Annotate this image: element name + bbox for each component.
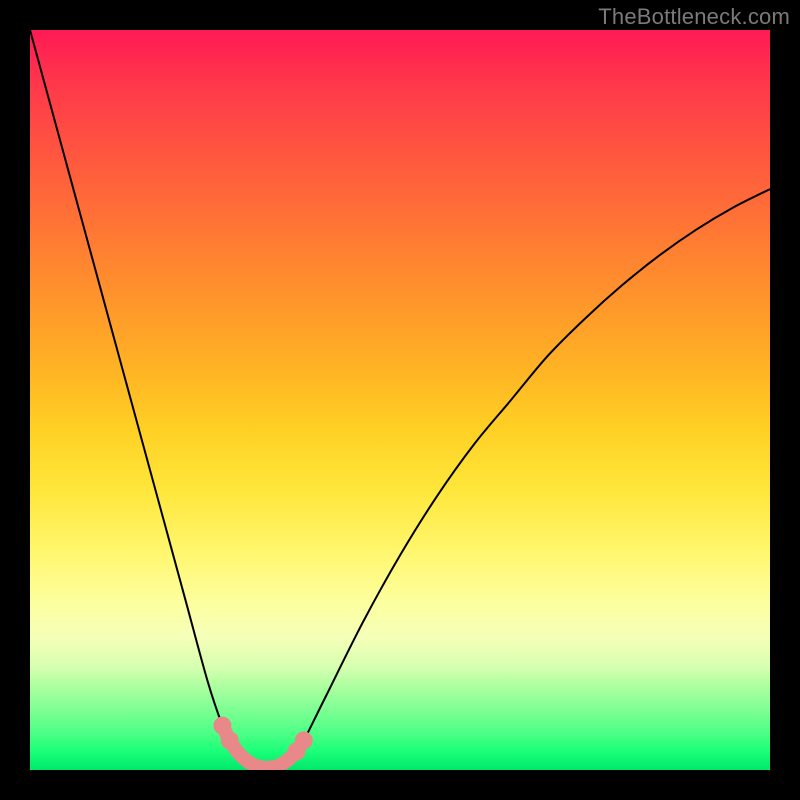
curve-svg xyxy=(30,30,770,770)
chart-frame: TheBottleneck.com xyxy=(0,0,800,800)
plot-area xyxy=(30,30,770,770)
bottleneck-curve xyxy=(30,30,770,768)
watermark-text: TheBottleneck.com xyxy=(598,4,790,30)
curve-accent-segment xyxy=(213,717,312,768)
